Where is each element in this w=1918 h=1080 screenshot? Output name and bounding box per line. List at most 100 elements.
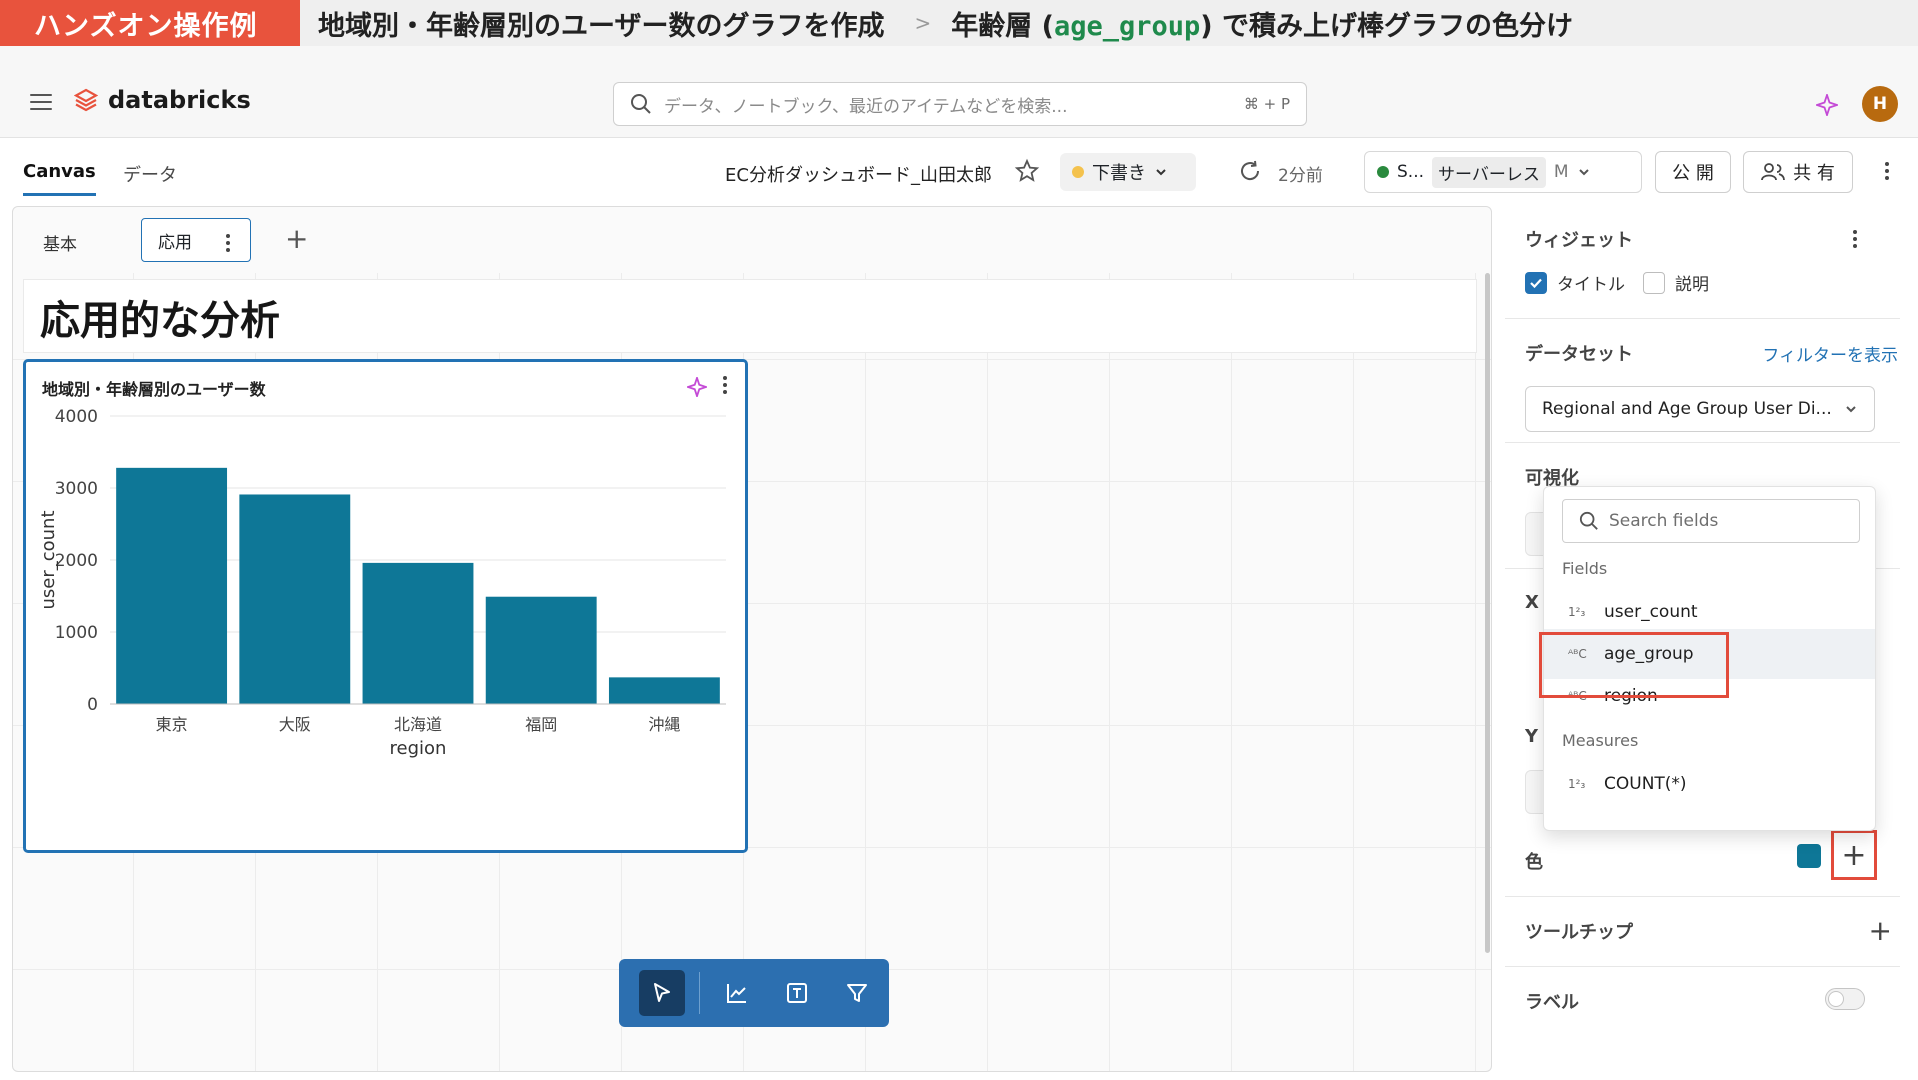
color-label: 色	[1525, 852, 1543, 873]
search-icon	[631, 94, 651, 114]
chevron-down-icon	[1578, 169, 1589, 176]
refresh-icon[interactable]	[1238, 159, 1262, 183]
y-tick-label: 1000	[55, 623, 98, 643]
add-text-button[interactable]	[774, 970, 820, 1016]
publish-button[interactable]: 公 開	[1655, 151, 1731, 193]
dataset-select[interactable]: Regional and Age Group User Di...	[1525, 386, 1875, 432]
share-label: 共 有	[1793, 163, 1835, 184]
text-box-icon	[787, 983, 807, 1003]
app-header: databricks データ、ノートブック、最近のアイテムなどを検索... ⌘ …	[0, 46, 1918, 138]
field-search-input[interactable]: Search fields	[1562, 499, 1860, 543]
user-avatar[interactable]: H	[1862, 86, 1898, 122]
description-checkbox[interactable]	[1643, 271, 1665, 294]
warehouse-status-dot	[1377, 166, 1389, 178]
tutorial-banner: ハンズオン操作例 地域別・年齢層別のユーザー数のグラフを作成 > 年齢層 (ag…	[0, 0, 1918, 46]
chevron-down-icon	[1846, 406, 1856, 413]
bar	[362, 562, 474, 704]
field-name: user_count	[1604, 602, 1698, 622]
logo-text: databricks	[108, 86, 251, 114]
description-checkbox-label: 説明	[1675, 275, 1709, 295]
divider	[1505, 442, 1900, 443]
banner-step: 年齢層 (age_group) で積み上げ棒グラフの色分け	[951, 4, 1573, 43]
add-filter-button[interactable]	[834, 970, 880, 1016]
y-tick-label: 2000	[55, 551, 98, 571]
last-refreshed: 2分前	[1278, 166, 1323, 186]
draft-status-dot	[1072, 166, 1084, 178]
banner-step-code: age_group	[1053, 10, 1201, 42]
warehouse-size: M	[1553, 162, 1569, 182]
search-placeholder: データ、ノートブック、最近のアイテムなどを検索...	[664, 96, 1068, 117]
favorite-star-icon[interactable]	[1014, 158, 1040, 184]
warehouse-selector[interactable]: S... サーバーレス M	[1364, 151, 1642, 193]
labels-toggle[interactable]	[1825, 988, 1865, 1010]
widget-menu-icon[interactable]	[723, 376, 727, 397]
banner-title: 地域別・年齢層別のユーザー数のグラフを作成	[318, 10, 885, 42]
logo[interactable]: databricks	[74, 86, 251, 114]
title-checkbox-label: タイトル	[1557, 275, 1625, 295]
x-axis-label: X	[1525, 592, 1539, 613]
global-search-input[interactable]: データ、ノートブック、最近のアイテムなどを検索... ⌘ + P	[613, 82, 1307, 126]
tab-canvas[interactable]: Canvas	[23, 161, 96, 196]
draft-label: 下書き	[1092, 163, 1146, 184]
numeric-type-icon: 1²₃	[1568, 604, 1586, 619]
line-chart-icon	[727, 984, 746, 1003]
divider	[1505, 896, 1900, 897]
canvas-scrollbar[interactable]	[1485, 273, 1490, 953]
text-widget[interactable]: 応用的な分析	[23, 279, 1477, 353]
add-visualization-button[interactable]	[714, 970, 760, 1016]
tooltip-label: ツールチップ	[1525, 922, 1633, 943]
x-tick-label: 福岡	[525, 715, 557, 734]
check-icon	[1530, 278, 1542, 288]
panel-menu-icon[interactable]	[1853, 230, 1857, 251]
assistant-sparkle-icon[interactable]	[1816, 94, 1838, 116]
palette-divider	[699, 972, 700, 1014]
draft-status-button[interactable]: 下書き	[1060, 153, 1196, 191]
y-tick-label: 4000	[55, 407, 98, 427]
page-tab-basic[interactable]: 基本	[43, 230, 77, 255]
more-options-icon[interactable]	[1885, 162, 1889, 183]
page-tabs: 基本 応用 +	[13, 207, 1491, 273]
add-page-icon[interactable]: +	[285, 225, 308, 253]
add-color-field-button[interactable]: +	[1831, 830, 1877, 880]
measure-item-count[interactable]: 1²₃ COUNT(*)	[1544, 759, 1875, 809]
publish-label: 公 開	[1672, 163, 1714, 184]
x-axis-title: region	[390, 738, 447, 759]
measures-header: Measures	[1562, 731, 1639, 750]
filter-icon	[847, 984, 867, 1002]
share-button[interactable]: 共 有	[1743, 151, 1853, 193]
highlight-annotation	[1539, 632, 1729, 698]
banner-step-prefix: 年齢層 (	[951, 10, 1054, 42]
bar-chart: 0 1000 2000 3000 4000 東京 大阪 北海道 福岡 沖縄 region user_c…	[38, 407, 726, 759]
select-tool-button[interactable]	[639, 970, 685, 1016]
canvas-tool-palette	[619, 959, 889, 1027]
divider	[1505, 318, 1900, 319]
y-tick-label: 0	[87, 695, 98, 715]
add-tooltip-icon[interactable]: +	[1869, 917, 1892, 945]
dashboard-canvas[interactable]: 基本 応用 + 応用的な分析 地域別・年齢層別のユーザー数 0 1000 2000 3…	[12, 206, 1492, 1072]
page-tab-menu-icon[interactable]	[226, 234, 230, 255]
bar	[116, 467, 228, 704]
databricks-logo-icon	[74, 88, 98, 112]
show-filters-link[interactable]: フィルターを表示	[1762, 341, 1898, 366]
users-icon	[1761, 163, 1786, 181]
menu-icon[interactable]	[30, 94, 52, 110]
dashboard-title[interactable]: EC分析ダッシュボード_山田太郎	[725, 161, 992, 187]
color-swatch[interactable]	[1797, 844, 1821, 868]
x-tick-label: 東京	[156, 715, 188, 734]
bar	[485, 596, 597, 704]
tab-data[interactable]: データ	[123, 161, 177, 187]
warehouse-type: サーバーレス	[1432, 156, 1546, 188]
chart-widget[interactable]: 地域別・年齢層別のユーザー数 0 1000 2000 3000 4000 東京 大阪 北海道 福…	[23, 359, 748, 853]
measure-name: COUNT(*)	[1604, 774, 1687, 794]
y-axis-title: user_count	[38, 510, 59, 609]
widget-section-header: ウィジェット	[1525, 226, 1898, 252]
search-icon	[1579, 511, 1598, 530]
assistant-sparkle-icon[interactable]	[687, 376, 707, 397]
y-tick-label: 3000	[55, 479, 98, 499]
widget-label: ウィジェット	[1525, 230, 1633, 251]
title-checkbox[interactable]	[1525, 271, 1547, 294]
warehouse-name: S...	[1397, 162, 1425, 182]
page-tab-advanced[interactable]: 応用	[141, 218, 251, 262]
y-axis-label: Y	[1525, 726, 1539, 747]
x-tick-label: 沖縄	[648, 715, 680, 734]
